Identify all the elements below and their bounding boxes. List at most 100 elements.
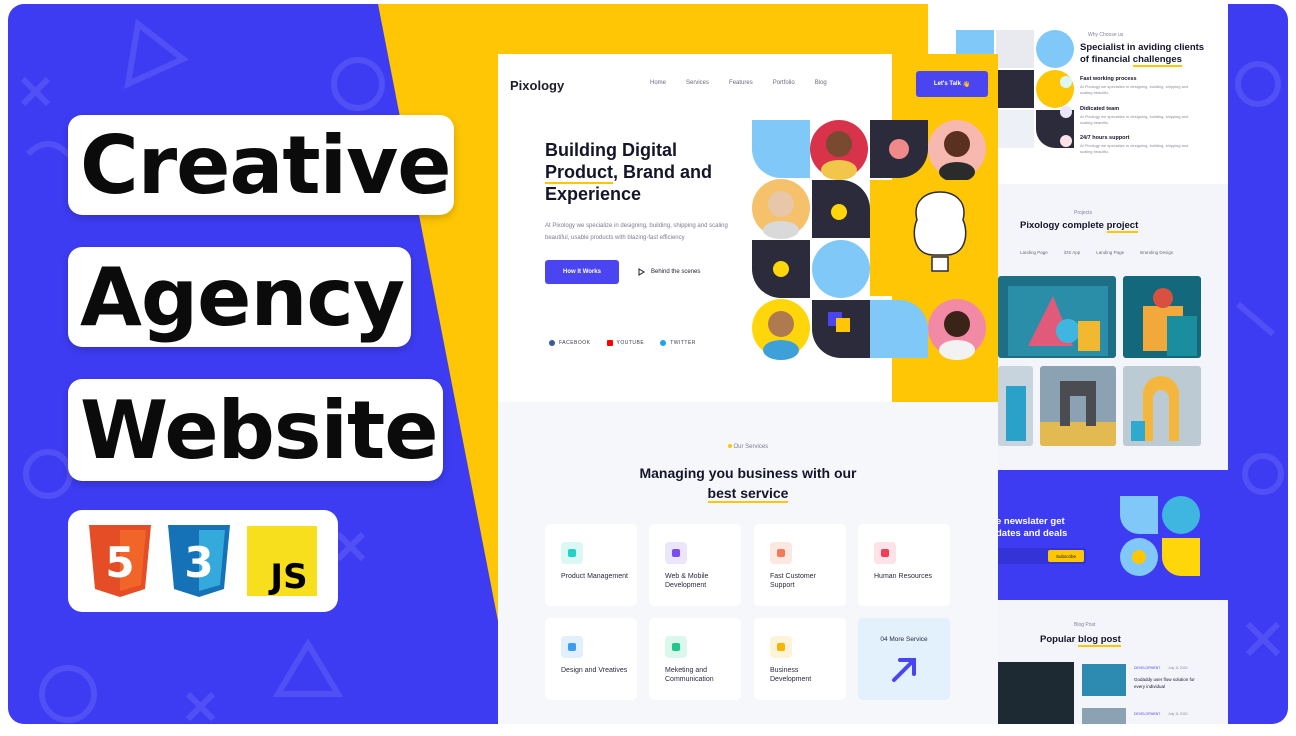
chart-icon: [665, 636, 687, 658]
social-label: TWITTER: [670, 340, 696, 346]
support-icon: [770, 542, 792, 564]
document-icon: [561, 636, 583, 658]
service-glyph: [777, 549, 785, 557]
feature-item: 24/7 hours support At Pixology we specia…: [1060, 135, 1200, 155]
behind-scenes-button[interactable]: Behind the scenes: [638, 268, 700, 276]
service-card-marketing[interactable]: Meketing and Communication: [649, 618, 741, 700]
services-title-highlight: best service: [707, 485, 789, 503]
blog-featured-image[interactable]: [998, 662, 1074, 724]
project-tab[interactable]: Landing Page: [1096, 250, 1124, 255]
why-us-title-part: of financial: [1080, 54, 1133, 65]
service-card-product-management[interactable]: Product Management: [545, 524, 637, 606]
service-card-human-resources[interactable]: Human Resources: [858, 524, 950, 606]
mosaic-shape: [812, 240, 870, 298]
more-services-label: 04 More Service: [880, 636, 928, 643]
blog-title-part: Popular: [1040, 634, 1079, 645]
hero-title: Building Digital Product, Brand and Expe…: [545, 139, 745, 205]
project-image[interactable]: [1123, 276, 1201, 358]
social-youtube[interactable]: YOUTUBE: [606, 340, 645, 346]
service-label: Web & Mobile Development: [665, 573, 709, 589]
social-facebook[interactable]: FACEBOOK: [549, 340, 591, 346]
js-logo-icon: JS: [247, 526, 318, 596]
how-it-works-button[interactable]: How It Works: [545, 260, 619, 284]
title-line: Creative: [80, 118, 451, 212]
service-glyph: [777, 643, 785, 651]
title-card-creative: Creative: [68, 115, 454, 215]
service-card-business[interactable]: Business Development: [754, 618, 846, 700]
blog-title: Popular blog post: [1040, 634, 1121, 647]
project-tab[interactable]: iOS App: [1064, 250, 1081, 255]
blog-category: DEVELOPMENT: [1134, 712, 1161, 716]
twitter-icon: [660, 340, 667, 346]
service-label: Product Management: [561, 573, 628, 580]
service-glyph: [881, 549, 889, 557]
services-tag: Our Services: [498, 444, 998, 450]
why-us-title-highlight: challenges: [1132, 54, 1182, 67]
project-tab[interactable]: Landing Page: [1020, 250, 1048, 255]
newsletter-title: e newslater get dates and deals: [996, 516, 1067, 540]
headset-icon: [1060, 135, 1072, 147]
project-tab[interactable]: Branding Design: [1140, 250, 1173, 255]
site-navbar: Pixology Home Services Features Portfoli…: [498, 54, 998, 114]
mosaic-shape: [752, 120, 810, 178]
youtube-icon: [606, 340, 613, 346]
html5-logo-label: 5: [105, 538, 134, 587]
tag-dot-icon: [727, 444, 732, 448]
projects-title-part: Pixology complete: [1020, 220, 1107, 231]
blog-post-title[interactable]: Godaddy user flow solution for every ind…: [1134, 676, 1204, 690]
lets-talk-button[interactable]: Let's Talk 👋: [916, 71, 988, 97]
nav-item-home[interactable]: Home: [650, 80, 666, 86]
project-image[interactable]: [998, 276, 1116, 358]
services-title: Managing you business with our best serv…: [498, 463, 998, 503]
service-card-design[interactable]: Design and Vreatives: [545, 618, 637, 700]
service-card-web-mobile[interactable]: Web & Mobile Development: [649, 524, 741, 606]
hero-title-line: Experience: [545, 184, 642, 204]
subscribe-button[interactable]: Subscribe: [1048, 550, 1084, 562]
site-mockup-main: Pixology Home Services Features Portfoli…: [498, 54, 998, 724]
product-icon: [561, 542, 583, 564]
more-services-card[interactable]: 04 More Service: [858, 618, 950, 700]
feature-title: 24/7 hours support: [1080, 135, 1130, 141]
thumbnail-canvas: Creative Agency Website 5 3 JS Why Choos…: [8, 4, 1288, 724]
services-title-line: Managing you business with our: [639, 465, 857, 481]
css3-logo-label: 3: [184, 538, 213, 587]
why-us-tag: Why Choose us: [1088, 32, 1124, 38]
blog-date: July 11 2020: [1168, 712, 1188, 716]
title-card-website: Website: [68, 379, 443, 481]
code-icon: [665, 542, 687, 564]
feature-title: Didicated team: [1080, 106, 1120, 112]
rocket-icon: [1060, 76, 1072, 88]
nav-item-services[interactable]: Services: [686, 80, 709, 86]
services-tag-label: Our Services: [733, 444, 769, 450]
nav-item-portfolio[interactable]: Portfolio: [773, 80, 795, 86]
project-image[interactable]: [1123, 366, 1201, 446]
projects-title: Pixology complete project: [1020, 220, 1139, 233]
project-image[interactable]: [1040, 366, 1116, 446]
site-logo[interactable]: Pixology: [510, 78, 564, 93]
service-label: Meketing and Communication: [665, 667, 714, 683]
hero-title-line: Product, Brand and: [545, 161, 745, 184]
nav-item-features[interactable]: Features: [729, 80, 753, 86]
briefcase-icon: [770, 636, 792, 658]
service-label: Design and Vreatives: [561, 667, 628, 674]
services-section: Our Services Managing you business with …: [498, 402, 998, 724]
bell-icon: [874, 542, 896, 564]
hero-title-part: , Brand and: [613, 162, 713, 182]
behind-scenes-label: Behind the scenes: [651, 269, 701, 275]
arrow-up-right-icon: [892, 658, 916, 682]
social-twitter[interactable]: TWITTER: [660, 340, 696, 346]
service-glyph: [672, 643, 680, 651]
blog-tag: Blog Post: [1074, 622, 1096, 628]
lets-talk-label: Let's Talk: [933, 81, 961, 87]
html5-logo-icon: 5: [88, 525, 151, 597]
blog-thumb[interactable]: [1082, 708, 1126, 724]
newsletter-line: e newslater get: [996, 516, 1065, 527]
nav-item-blog[interactable]: Blog: [815, 80, 827, 86]
css3-logo-icon: 3: [167, 525, 230, 597]
social-links: FACEBOOK YOUTUBE TWITTER: [549, 340, 696, 346]
service-card-customer-support[interactable]: Fast Customer Support: [754, 524, 846, 606]
blog-thumb[interactable]: [1082, 664, 1126, 696]
feature-title: Fast working process: [1080, 76, 1137, 82]
project-image[interactable]: [998, 366, 1033, 446]
hero-mosaic: [752, 120, 998, 360]
